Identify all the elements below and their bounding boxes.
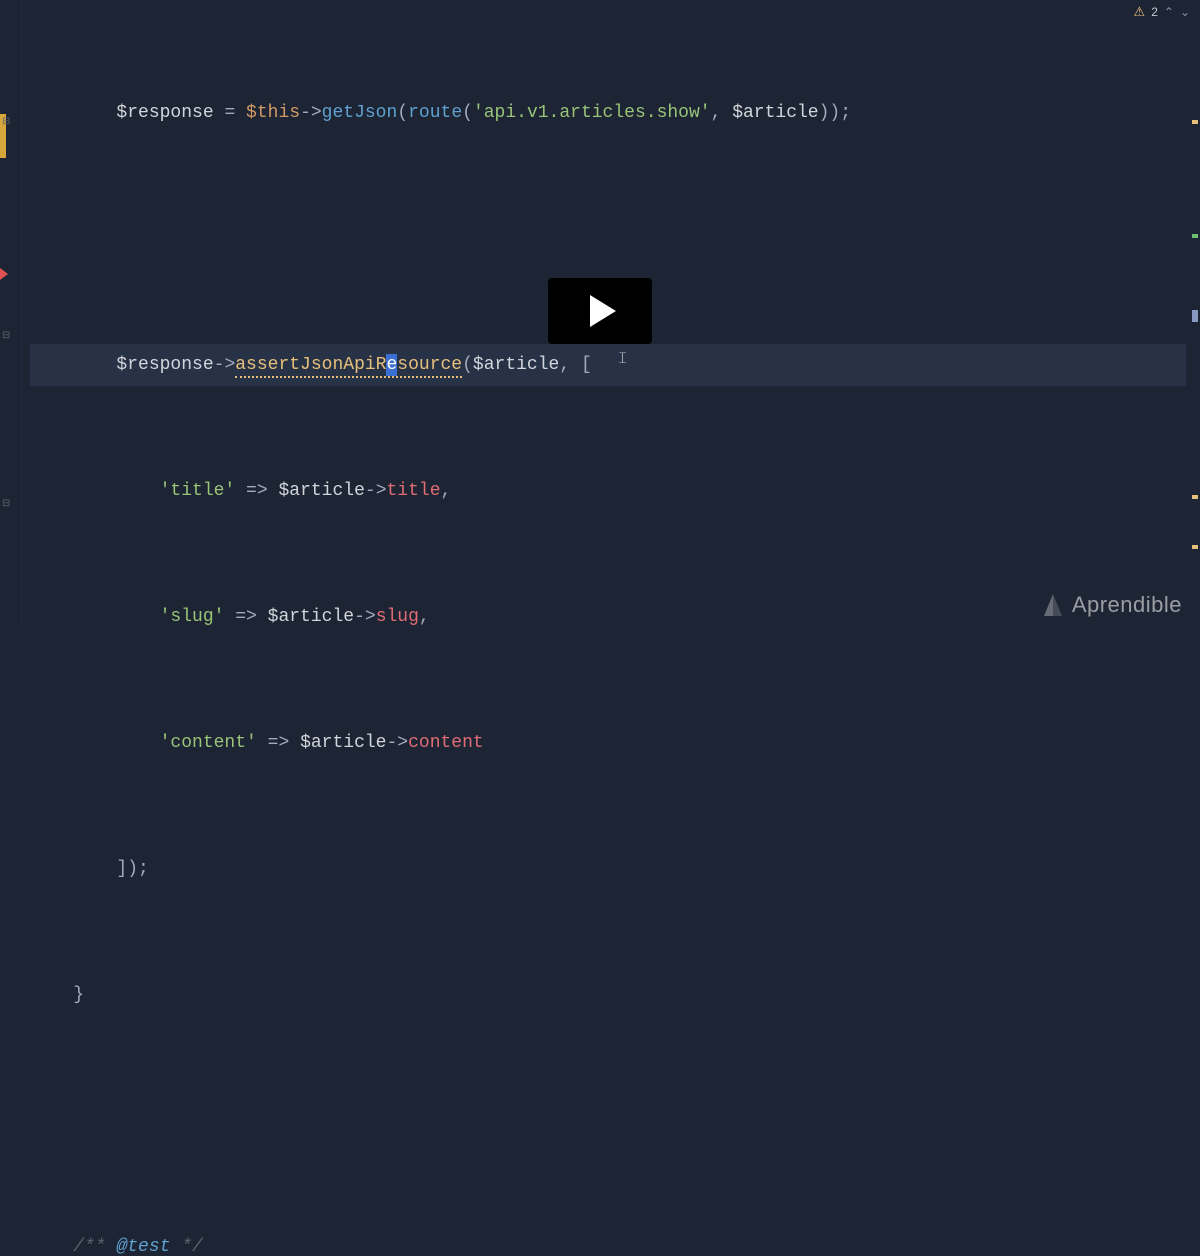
brand-name: Aprendible xyxy=(1072,592,1182,618)
scroll-warning-marker xyxy=(1192,545,1198,549)
code-editor[interactable]: $response = $this->getJson(route('api.v1… xyxy=(30,8,1186,1256)
phpdoc-tag: @test xyxy=(116,1237,170,1256)
scroll-marker xyxy=(1192,234,1198,238)
method-call: getJson xyxy=(322,103,398,123)
gutter-error-marker xyxy=(0,268,8,280)
text-selection: e xyxy=(386,354,397,376)
fold-icon[interactable]: ⊟ xyxy=(2,116,10,128)
brand-watermark: Aprendible xyxy=(1042,592,1182,618)
scrollbar-overview[interactable] xyxy=(1190,0,1198,628)
fold-icon[interactable]: ⊟ xyxy=(2,330,10,342)
scroll-warning-marker xyxy=(1192,495,1198,499)
active-line: $response->assertJsonApiResource($articl… xyxy=(30,344,1186,386)
scroll-marker xyxy=(1192,310,1198,322)
text-cursor-icon: 𝙸 xyxy=(617,350,628,368)
play-icon xyxy=(590,295,616,327)
fold-icon[interactable]: ⊟ xyxy=(2,498,10,510)
brand-logo-icon xyxy=(1042,592,1064,618)
play-button[interactable] xyxy=(548,278,652,344)
scroll-warning-marker xyxy=(1192,120,1198,124)
variable: $response xyxy=(116,103,213,123)
editor-gutter: ⊟ ⊟ ⊟ xyxy=(0,0,22,628)
